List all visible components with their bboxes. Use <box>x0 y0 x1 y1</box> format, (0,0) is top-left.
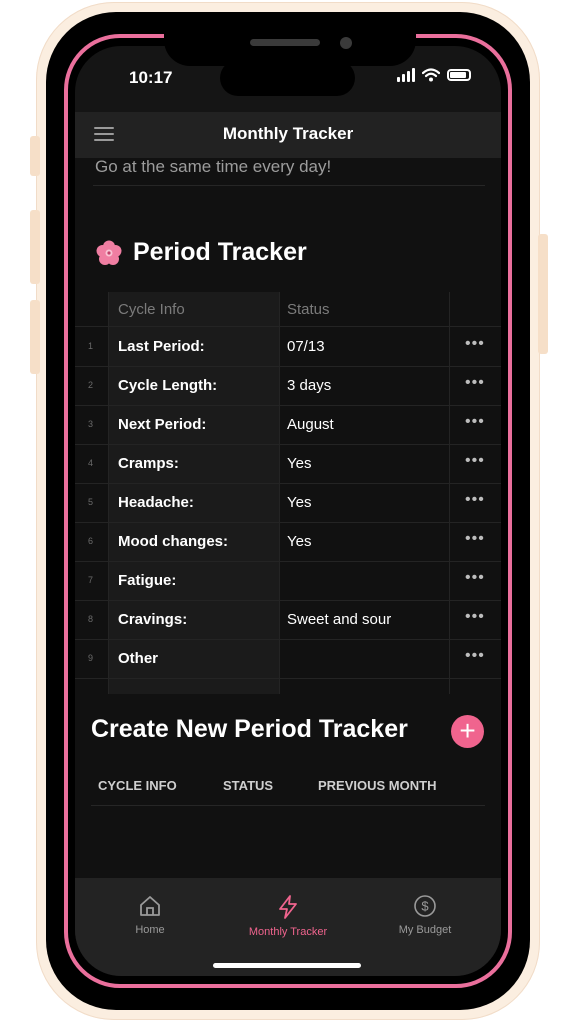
side-button <box>30 300 40 374</box>
bottom-tab-bar: Home Monthly Tracker $ My Budget <box>75 878 501 976</box>
more-options-icon[interactable]: ••• <box>465 647 485 665</box>
cycle-info-cell[interactable]: Other <box>118 650 158 667</box>
more-options-icon[interactable]: ••• <box>465 452 485 470</box>
tab-home[interactable]: Home <box>90 894 210 936</box>
more-options-icon[interactable]: ••• <box>465 413 485 431</box>
tab-label: My Budget <box>398 924 452 936</box>
status-cell[interactable]: Yes <box>287 533 311 550</box>
tab-my-budget[interactable]: $ My Budget <box>365 894 485 936</box>
section-title-text: Period Tracker <box>133 238 307 266</box>
more-options-icon[interactable]: ••• <box>465 335 485 353</box>
side-button <box>30 136 40 176</box>
table-row[interactable]: 6 Mood changes: Yes ••• <box>75 522 501 562</box>
column-header-status: STATUS <box>223 778 274 793</box>
screen: 10:17 Monthly Tracker Go at the same tim… <box>75 46 501 976</box>
row-number: 4 <box>88 458 94 468</box>
table-row[interactable]: 8 Cravings: Sweet and sour ••• <box>75 600 501 640</box>
more-options-icon[interactable]: ••• <box>465 530 485 548</box>
column-header-previous-month: PREVIOUS MONTH <box>318 778 437 793</box>
reminder-text: Go at the same time every day! <box>95 158 332 176</box>
status-cell[interactable]: Yes <box>287 494 311 511</box>
flower-icon <box>95 239 123 267</box>
status-icons <box>397 68 471 82</box>
main-content[interactable]: Go at the same time every day! Period Tr… <box>75 158 501 878</box>
tab-label: Monthly Tracker <box>248 926 328 938</box>
more-options-icon[interactable]: ••• <box>465 608 485 626</box>
table-row[interactable]: 5 Headache: Yes ••• <box>75 483 501 523</box>
cycle-info-cell[interactable]: Cycle Length: <box>118 377 217 394</box>
row-number: 5 <box>88 497 94 507</box>
svg-text:$: $ <box>421 899 429 914</box>
table-row[interactable]: 9 Other ••• <box>75 639 501 679</box>
more-options-icon[interactable]: ••• <box>465 491 485 509</box>
cycle-info-cell[interactable]: Cravings: <box>118 611 187 628</box>
table-row[interactable]: 2 Cycle Length: 3 days ••• <box>75 366 501 406</box>
page-title: Monthly Tracker <box>222 124 354 143</box>
home-icon <box>140 896 160 916</box>
table-row[interactable]: 4 Cramps: Yes ••• <box>75 444 501 484</box>
speaker-icon <box>250 39 320 46</box>
status-cell[interactable]: Sweet and sour <box>287 611 391 628</box>
home-indicator[interactable] <box>213 963 361 968</box>
more-options-icon[interactable]: ••• <box>465 374 485 392</box>
side-button <box>538 234 548 354</box>
row-number: 8 <box>88 614 94 624</box>
camera-icon <box>340 37 352 49</box>
table-row[interactable]: 7 Fatigue: ••• <box>75 561 501 601</box>
cycle-info-cell[interactable]: Headache: <box>118 494 194 511</box>
add-tracker-button[interactable]: + <box>451 715 484 748</box>
tab-label: Home <box>135 924 165 936</box>
row-number: 9 <box>88 653 94 663</box>
status-cell[interactable]: 3 days <box>287 377 331 394</box>
wifi-icon <box>422 68 440 82</box>
lightning-icon <box>279 895 297 919</box>
column-header-status[interactable]: Status <box>287 301 330 318</box>
status-cell[interactable]: Yes <box>287 455 311 472</box>
row-number: 2 <box>88 380 94 390</box>
cycle-info-cell[interactable]: Cramps: <box>118 455 179 472</box>
divider <box>93 185 485 186</box>
table-header: Cycle Info Status <box>75 292 501 327</box>
dollar-circle-icon: $ <box>414 895 436 917</box>
row-number: 3 <box>88 419 94 429</box>
divider <box>91 805 485 806</box>
cycle-info-cell[interactable]: Next Period: <box>118 416 206 433</box>
status-cell[interactable]: August <box>287 416 334 433</box>
cycle-info-cell[interactable]: Mood changes: <box>118 533 228 550</box>
section-title: Period Tracker <box>95 238 307 267</box>
table-row[interactable]: 1 Last Period: 07/13 ••• <box>75 327 501 367</box>
create-tracker-title: Create New Period Tracker <box>91 715 408 743</box>
top-bar: Monthly Tracker <box>75 112 501 158</box>
cycle-info-cell[interactable]: Fatigue: <box>118 572 176 589</box>
table-row[interactable]: 3 Next Period: August ••• <box>75 405 501 445</box>
status-time: 10:17 <box>129 68 173 87</box>
status-cell[interactable]: 07/13 <box>287 338 325 355</box>
column-header-cycle-info[interactable]: Cycle Info <box>118 301 185 318</box>
battery-icon <box>447 69 471 81</box>
signal-icon <box>397 68 415 82</box>
tab-monthly-tracker[interactable]: Monthly Tracker <box>228 894 348 938</box>
row-number: 7 <box>88 575 94 585</box>
row-number: 6 <box>88 536 94 546</box>
column-header-cycle-info: CYCLE INFO <box>98 778 177 793</box>
cycle-info-cell[interactable]: Last Period: <box>118 338 205 355</box>
more-options-icon[interactable]: ••• <box>465 569 485 587</box>
side-button <box>30 210 40 284</box>
row-number: 1 <box>88 341 94 351</box>
